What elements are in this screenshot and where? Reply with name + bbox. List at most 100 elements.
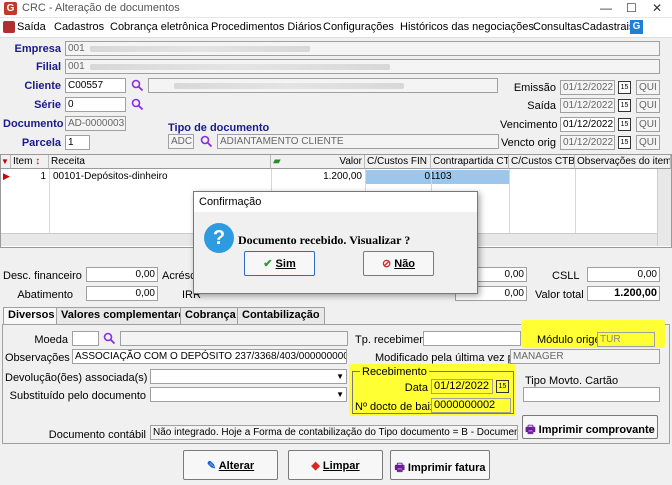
moeda-search-icon[interactable] <box>103 332 116 345</box>
moeda-input[interactable] <box>72 331 99 346</box>
eraser-icon: ◆ <box>311 460 320 472</box>
data-calendar-icon[interactable]: 15 <box>496 380 509 393</box>
recebimento-group-label: Recebimento <box>360 366 429 378</box>
tp-recebimento-input[interactable] <box>423 331 521 346</box>
col-item[interactable]: Item ↕ <box>11 155 49 169</box>
menu-cadastros[interactable]: Cadastros <box>54 21 104 33</box>
cliente-search-icon[interactable] <box>131 79 144 92</box>
moeda-label: Moeda <box>34 334 68 346</box>
saida-field: 01/12/2022 <box>560 98 615 113</box>
row-receita[interactable]: 00101-Depósitos-dinheiro <box>51 170 271 184</box>
row-valor[interactable]: 1.200,00 <box>271 170 365 184</box>
app-icon: G <box>4 2 17 15</box>
saida-calendar-icon[interactable]: 15 <box>618 99 631 112</box>
confirmation-dialog: Confirmação ? Documento recebido. Visual… <box>193 191 478 294</box>
parcela-input[interactable]: 1 <box>65 135 90 150</box>
abatimento-label: Abatimento <box>17 289 73 301</box>
devolucoes-select[interactable]: ▼ <box>150 369 347 384</box>
emissao-label: Emissão <box>513 82 556 94</box>
parcela-label: Parcela <box>21 137 61 149</box>
sim-button[interactable]: ✔ Sim <box>244 251 315 276</box>
modificado-label: Modificado pela última vez por <box>375 352 524 364</box>
tipo-desc-field: ADIANTAMENTO CLIENTE <box>217 134 499 149</box>
vencimento-calendar-icon[interactable]: 15 <box>618 118 631 131</box>
desc-financeiro-input[interactable]: 0,00 <box>86 267 158 282</box>
doc-contabil-field: Não integrado. Hoje a Forma de contabili… <box>150 425 518 440</box>
serie-input[interactable]: 0 <box>65 97 126 112</box>
help-icon[interactable]: G <box>630 20 643 34</box>
dialog-message: Documento recebido. Visualizar ? <box>238 233 411 247</box>
col-observacoes[interactable]: Observações do item <box>575 155 671 169</box>
pencil-icon: ✎ <box>206 460 217 472</box>
filial-field[interactable]: 001 <box>65 59 660 74</box>
devolucoes-label: Devolução(ões) associada(s) <box>5 372 148 384</box>
check-icon: ✔ <box>263 258 273 270</box>
vencimento-input[interactable]: 01/12/2022 <box>560 117 615 132</box>
tipo-code-field[interactable]: ADC <box>168 134 194 149</box>
vencto-orig-label: Vencto orig <box>500 137 556 149</box>
row-item[interactable]: 1 <box>11 170 49 184</box>
vencto-orig-day: QUI <box>636 135 660 150</box>
menu-saida[interactable]: Saída <box>17 21 46 33</box>
cancel-icon: ⊘ <box>381 258 392 270</box>
menu-bar: Saída Cadastros Cobrança eletrônica Proc… <box>0 18 672 38</box>
emissao-calendar-icon[interactable]: 15 <box>618 81 631 94</box>
csll-input[interactable]: 0,00 <box>587 267 660 282</box>
tab-cobranca[interactable]: Cobrança <box>180 307 241 324</box>
empresa-label: Empresa <box>14 43 61 55</box>
exit-icon <box>3 21 15 33</box>
tipo-movto-label: Tipo Movto. Cartão <box>525 375 619 387</box>
nao-button[interactable]: ⊘ Não <box>363 251 434 276</box>
serie-search-icon[interactable] <box>131 98 144 111</box>
tipo-movto-input[interactable] <box>523 387 660 402</box>
minimize-button[interactable]: — <box>600 1 612 15</box>
vencimento-day: QUI <box>636 117 660 132</box>
alterar-button[interactable]: ✎ Alterar <box>183 450 278 480</box>
imprimir-comprovante-button[interactable]: 🖶 Imprimir comprovante <box>522 415 658 439</box>
modificado-field: MANAGER <box>510 349 660 364</box>
substituido-select[interactable]: ▼ <box>150 387 347 402</box>
tab-contabilizacao[interactable]: Contabilização <box>237 307 325 324</box>
imprimir-fatura-button[interactable]: 🖶 Imprimir fatura <box>390 450 490 480</box>
data-input[interactable]: 01/12/2022 <box>431 379 493 394</box>
moeda-desc-field <box>120 331 348 346</box>
question-icon: ? <box>204 223 234 253</box>
saida-label: Saída <box>527 100 556 112</box>
row-contrapartida[interactable]: 01103 <box>365 170 509 184</box>
col-valor[interactable]: ▰ Valor <box>271 155 365 169</box>
observacoes-input[interactable]: ASSOCIAÇÃO COM O DEPÓSITO 237/3368/403/0… <box>72 349 347 364</box>
menu-historicos[interactable]: Históricos das negociações <box>400 21 534 33</box>
cliente-name-field <box>148 78 498 93</box>
maximize-button[interactable]: ☐ <box>626 1 637 15</box>
tipo-search-icon[interactable] <box>200 135 213 148</box>
vencimento-label: Vencimento <box>500 119 558 131</box>
menu-configuracoes[interactable]: Configurações <box>323 21 394 33</box>
substituido-label: Substituído pelo documento <box>9 390 146 402</box>
col-contrapartida[interactable]: Contrapartida CTB <box>431 155 509 169</box>
desc-financeiro-label: Desc. financeiro <box>3 270 82 282</box>
col-ccustos-fin[interactable]: C/Custos FIN <box>365 155 431 169</box>
menu-cobranca[interactable]: Cobrança eletrônica <box>110 21 208 33</box>
csll-label: CSLL <box>552 270 580 282</box>
menu-procedimentos[interactable]: Procedimentos Diários <box>211 21 322 33</box>
tab-valores-complementares[interactable]: Valores complementares <box>56 307 196 324</box>
cliente-label: Cliente <box>24 80 61 92</box>
menu-consultas[interactable]: ConsultasCadastrais <box>533 21 635 33</box>
money-icon: ▰ <box>273 156 281 167</box>
observacoes-label: Observações <box>5 352 70 364</box>
tab-diversos[interactable]: Diversos <box>3 307 60 325</box>
title-bar: G CRC - Alteração de documentos — ☐ ✕ <box>0 0 672 18</box>
vertical-scrollbar[interactable] <box>657 169 671 246</box>
close-button[interactable]: ✕ <box>652 1 662 15</box>
abatimento-input[interactable]: 0,00 <box>86 286 158 301</box>
cliente-code-input[interactable]: C00557 <box>65 78 126 93</box>
ndoc-baixa-input[interactable]: 0000000002 <box>431 398 511 413</box>
vencto-orig-calendar-icon[interactable]: 15 <box>618 136 631 149</box>
col-receita[interactable]: Receita <box>49 155 271 169</box>
valor-total-field: 1.200,00 <box>587 286 660 301</box>
printer-icon: 🖶 <box>525 424 536 436</box>
col-ccustos-ctb[interactable]: C/Custos CTB <box>509 155 575 169</box>
empresa-field[interactable]: 001 <box>65 41 660 56</box>
limpar-button[interactable]: ◆ Limpar <box>288 450 383 480</box>
dialog-title: Confirmação <box>194 192 477 212</box>
